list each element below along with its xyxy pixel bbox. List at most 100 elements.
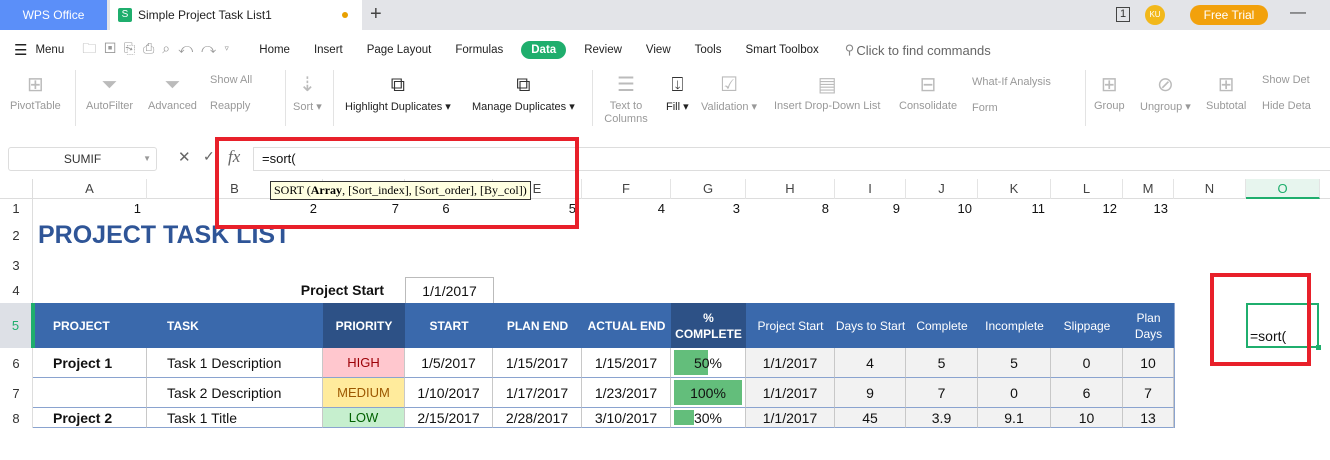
tab-tools[interactable]: Tools — [683, 44, 734, 56]
table-cell-pct[interactable]: 30% — [671, 408, 746, 428]
column-header-O[interactable]: O — [1246, 179, 1320, 199]
column-header-H[interactable]: H — [746, 179, 835, 199]
table-cell-days[interactable]: 45 — [835, 408, 906, 428]
name-box[interactable]: SUMIF ▼ — [8, 147, 157, 171]
consolidate-button[interactable]: ⊟ Consolidate — [899, 70, 957, 112]
tab-view[interactable]: View — [634, 44, 683, 56]
row-header-8[interactable]: 8 — [0, 408, 33, 428]
avatar[interactable]: KU — [1145, 5, 1165, 25]
table-cell-task[interactable]: Task 1 Title — [147, 408, 323, 428]
row-header-1[interactable]: 1 — [0, 199, 33, 217]
column-header-I[interactable]: I — [835, 179, 906, 199]
row-header-6[interactable]: 6 — [0, 348, 33, 378]
tab-home[interactable]: Home — [247, 44, 302, 56]
table-cell-plan_days[interactable]: 13 — [1123, 408, 1174, 428]
text-to-columns-button[interactable]: ☰ Text to Columns — [600, 70, 652, 126]
insert-dropdown-list-button[interactable]: ▤ Insert Drop-Down List — [774, 70, 880, 112]
table-cell-incomplete[interactable]: 0 — [978, 378, 1051, 408]
show-detail-button[interactable]: Show Det — [1262, 74, 1310, 86]
hamburger-icon[interactable]: ☰ — [0, 41, 35, 59]
tab-data[interactable]: Data — [521, 41, 567, 59]
row1-value[interactable]: 11 — [978, 199, 1046, 217]
row-header-2[interactable]: 2 — [0, 217, 33, 253]
fill-handle[interactable] — [1316, 345, 1321, 350]
table-cell-task[interactable]: Task 2 Description — [147, 378, 323, 408]
cancel-icon[interactable]: ✕ — [178, 148, 191, 166]
table-cell-days[interactable]: 9 — [835, 378, 906, 408]
column-header-K[interactable]: K — [978, 179, 1051, 199]
tab-page-layout[interactable]: Page Layout — [355, 44, 444, 56]
advanced-filter-button[interactable]: ⏷ Advanced — [148, 70, 197, 112]
table-cell-start[interactable]: 1/5/2017 — [405, 348, 493, 378]
row1-value[interactable]: 3 — [671, 199, 740, 217]
highlight-duplicates-button[interactable]: ⧉ Highlight Duplicates ▾ — [345, 70, 451, 113]
table-cell-plan_days[interactable]: 10 — [1123, 348, 1174, 378]
quick-access-icons[interactable]: 🗀▣⎘⎙⌕↶↷▿ — [82, 38, 237, 62]
column-header-G[interactable]: G — [671, 179, 746, 199]
command-search[interactable]: Click to find commands — [856, 43, 990, 58]
table-cell-project[interactable]: Project 1 — [33, 348, 147, 378]
tab-smart-toolbox[interactable]: Smart Toolbox — [733, 44, 830, 56]
column-header-M[interactable]: M — [1123, 179, 1174, 199]
column-header-N[interactable]: N — [1174, 179, 1246, 199]
table-cell-priority[interactable]: LOW — [323, 408, 405, 428]
column-header-J[interactable]: J — [906, 179, 978, 199]
table-cell-plan_end[interactable]: 2/28/2017 — [493, 408, 582, 428]
row-header-3[interactable]: 3 — [0, 253, 33, 277]
table-cell-start[interactable]: 2/15/2017 — [405, 408, 493, 428]
table-cell-plan_days[interactable]: 7 — [1123, 378, 1174, 408]
table-cell-plan_end[interactable]: 1/15/2017 — [493, 348, 582, 378]
sort-button[interactable]: ⇣ Sort ▾ — [293, 70, 322, 113]
table-cell-pstart[interactable]: 1/1/2017 — [746, 348, 835, 378]
table-header[interactable]: % COMPLETE — [671, 303, 746, 348]
table-cell-slip[interactable]: 10 — [1051, 408, 1123, 428]
table-cell-incomplete[interactable]: 5 — [978, 348, 1051, 378]
form-button[interactable]: Form — [972, 102, 998, 114]
column-header-L[interactable]: L — [1051, 179, 1123, 199]
table-cell-pct[interactable]: 50% — [671, 348, 746, 378]
table-cell-complete[interactable]: 7 — [906, 378, 978, 408]
row1-value[interactable]: 9 — [835, 199, 900, 217]
table-cell-pstart[interactable]: 1/1/2017 — [746, 408, 835, 428]
table-cell-actual_end[interactable]: 3/10/2017 — [582, 408, 671, 428]
table-header[interactable]: START — [405, 303, 493, 348]
table-header[interactable]: Plan Days — [1123, 303, 1174, 348]
table-cell-actual_end[interactable]: 1/15/2017 — [582, 348, 671, 378]
row1-value[interactable]: 13 — [1123, 199, 1168, 217]
new-tab-button[interactable]: + — [370, 3, 382, 26]
table-cell-project[interactable]: Project 2 — [33, 408, 147, 428]
row1-value[interactable]: 8 — [746, 199, 829, 217]
table-cell-incomplete[interactable]: 9.1 — [978, 408, 1051, 428]
table-cell-actual_end[interactable]: 1/23/2017 — [582, 378, 671, 408]
row-header-7[interactable]: 7 — [0, 378, 33, 408]
confirm-icon[interactable]: ✓ — [203, 148, 215, 165]
pivottable-button[interactable]: ⊞ PivotTable — [10, 70, 61, 112]
table-header[interactable]: Days to Start — [835, 303, 906, 348]
tab-document[interactable]: S Simple Project Task List1 — [110, 0, 362, 30]
menu-button[interactable]: Menu — [35, 44, 64, 56]
table-cell-plan_end[interactable]: 1/17/2017 — [493, 378, 582, 408]
row1-value[interactable]: 12 — [1051, 199, 1117, 217]
row-header-4[interactable]: 4 — [0, 277, 33, 303]
subtotal-button[interactable]: ⊞ Subtotal — [1206, 70, 1246, 112]
validation-button[interactable]: ☑ Validation ▾ — [701, 70, 757, 113]
group-button[interactable]: ⊞ Group — [1094, 70, 1125, 112]
table-cell-complete[interactable]: 5 — [906, 348, 978, 378]
table-header[interactable]: Slippage — [1051, 303, 1123, 348]
table-cell-slip[interactable]: 6 — [1051, 378, 1123, 408]
row1-value[interactable]: 10 — [906, 199, 972, 217]
select-all-corner[interactable] — [0, 179, 33, 199]
table-cell-pct[interactable]: 100% — [671, 378, 746, 408]
table-header[interactable]: Project Start — [746, 303, 835, 348]
table-cell-priority[interactable]: HIGH — [323, 348, 405, 378]
table-cell-start[interactable]: 1/10/2017 — [405, 378, 493, 408]
fill-button[interactable]: ⍗ Fill ▾ — [666, 70, 689, 113]
minimize-icon[interactable]: — — [1290, 4, 1306, 22]
column-header-A[interactable]: A — [33, 179, 147, 199]
table-header[interactable]: Complete — [906, 303, 978, 348]
chevron-down-icon[interactable]: ▼ — [143, 148, 151, 170]
show-all-button[interactable]: Show All — [210, 74, 252, 86]
table-header[interactable]: Incomplete — [978, 303, 1051, 348]
tab-formulas[interactable]: Formulas — [443, 44, 515, 56]
table-cell-slip[interactable]: 0 — [1051, 348, 1123, 378]
